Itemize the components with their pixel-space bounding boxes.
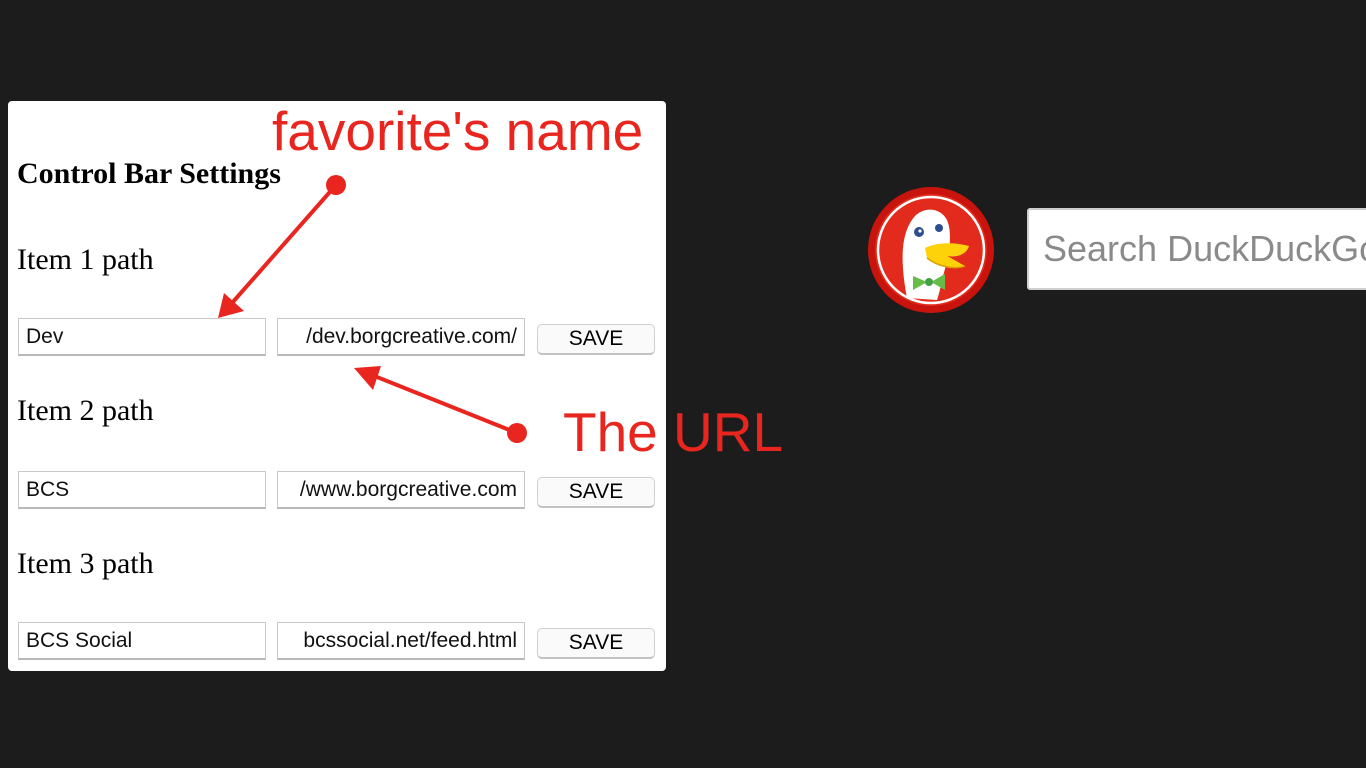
search-input[interactable] [1027,208,1366,290]
item-1-url-input[interactable] [277,318,525,356]
panel-title: Control Bar Settings [17,157,281,190]
item-2-url-input[interactable] [277,471,525,509]
item-3-label: Item 3 path [17,547,154,580]
duckduckgo-logo-icon [867,186,995,314]
item-3-url-input[interactable] [277,622,525,660]
item-3-name-input[interactable] [18,622,266,660]
item-1-label: Item 1 path [17,243,154,276]
item-2-save-button[interactable]: SAVE [537,477,655,508]
control-bar-settings-panel: Control Bar Settings Item 1 path SAVE It… [8,101,666,671]
item-1-name-input[interactable] [18,318,266,356]
item-3-save-button[interactable]: SAVE [537,628,655,659]
url-annotation: The URL [563,401,784,463]
item-1-save-button[interactable]: SAVE [537,324,655,355]
favorite-name-annotation: favorite's name [272,100,644,162]
item-2-name-input[interactable] [18,471,266,509]
item-2-label: Item 2 path [17,394,154,427]
